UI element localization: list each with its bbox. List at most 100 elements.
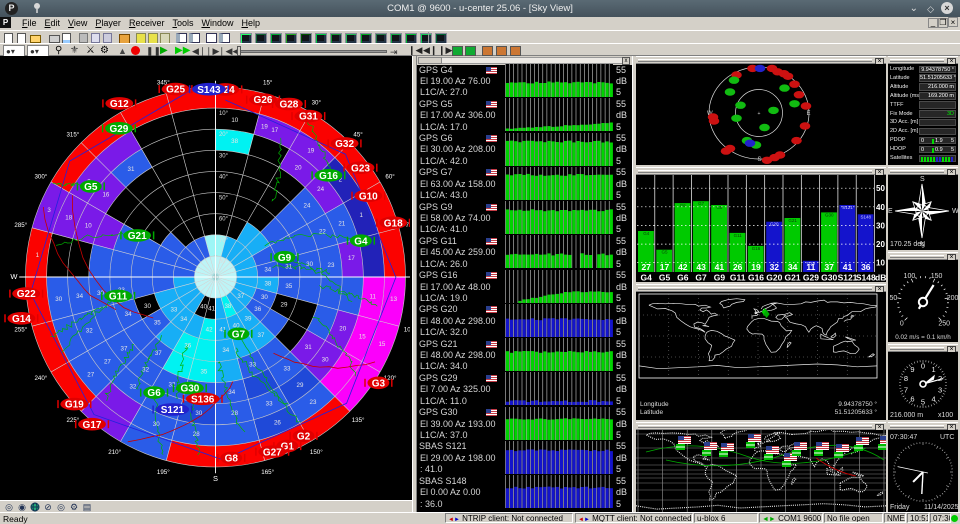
svg-text:G25: G25 [166, 85, 185, 96]
svg-text:40: 40 [200, 303, 207, 310]
svg-text:100: 100 [904, 273, 916, 280]
svg-text:34: 34 [788, 262, 798, 272]
svg-text:26: 26 [274, 420, 281, 427]
svg-text:Longitude: Longitude [640, 401, 669, 408]
svg-text:36: 36 [184, 343, 191, 350]
svg-text:37: 37 [155, 350, 162, 357]
svg-text:35: 35 [200, 368, 207, 375]
svg-text:34: 34 [125, 311, 132, 318]
svg-text:300°: 300° [34, 173, 47, 180]
svg-text:32: 32 [169, 382, 176, 389]
svg-text:22: 22 [319, 229, 326, 236]
svg-text:G5: G5 [661, 250, 668, 255]
svg-text:38: 38 [264, 280, 271, 287]
svg-text:0: 0 [921, 362, 925, 371]
svg-text:S143: S143 [197, 85, 221, 96]
svg-text:W: W [10, 272, 18, 281]
svg-text:G9: G9 [714, 272, 726, 282]
svg-text:G29: G29 [803, 272, 819, 282]
svg-text:37: 37 [237, 293, 244, 300]
svg-text:37: 37 [258, 332, 265, 339]
svg-text:37: 37 [824, 262, 834, 272]
svg-text:S: S [920, 176, 925, 183]
svg-text:24: 24 [304, 203, 311, 210]
svg-text:9.94378750 °: 9.94378750 ° [838, 400, 877, 408]
svg-text:29: 29 [297, 382, 304, 389]
svg-text:G21: G21 [788, 218, 797, 223]
svg-text:27: 27 [641, 262, 651, 272]
svg-text:23: 23 [310, 399, 317, 406]
svg-text:32: 32 [142, 367, 149, 374]
svg-text:7: 7 [904, 385, 908, 394]
svg-text:Latitude: Latitude [640, 409, 664, 416]
svg-text:195°: 195° [157, 469, 170, 476]
svg-text:17: 17 [660, 262, 670, 272]
svg-text:G4: G4 [641, 272, 653, 282]
svg-text:30: 30 [322, 357, 329, 364]
svg-text:30: 30 [55, 296, 62, 303]
svg-text:G7: G7 [698, 201, 705, 206]
svg-text:S148: S148 [861, 214, 872, 219]
svg-text:G11: G11 [734, 233, 743, 238]
svg-text:255°: 255° [14, 326, 27, 333]
svg-text:38: 38 [224, 303, 231, 310]
svg-text:G21: G21 [785, 272, 801, 282]
svg-text:G14: G14 [12, 314, 31, 325]
svg-text:40: 40 [876, 203, 885, 212]
svg-text:27: 27 [87, 372, 94, 379]
svg-text:27: 27 [104, 359, 111, 366]
svg-text:225°: 225° [66, 417, 79, 424]
svg-text:G20: G20 [770, 222, 779, 227]
svg-text:33: 33 [284, 366, 291, 373]
svg-text:210°: 210° [108, 449, 121, 456]
svg-text:Friday: Friday [890, 504, 910, 511]
svg-text:1: 1 [932, 365, 936, 374]
svg-text:19: 19 [751, 262, 761, 272]
svg-text:G10: G10 [359, 191, 378, 202]
svg-text:G16: G16 [319, 171, 338, 182]
svg-text:20: 20 [339, 325, 346, 332]
svg-text:36: 36 [861, 262, 871, 272]
svg-text:50: 50 [876, 184, 885, 193]
svg-text:200: 200 [947, 295, 958, 302]
svg-text:17: 17 [348, 255, 355, 262]
svg-text:+: + [758, 111, 761, 117]
svg-text:15: 15 [378, 341, 385, 348]
svg-text:30: 30 [876, 221, 885, 230]
svg-text:S121: S121 [838, 272, 858, 282]
svg-text:26: 26 [733, 262, 743, 272]
svg-text:30: 30 [261, 294, 268, 301]
svg-text:G30: G30 [821, 272, 837, 282]
svg-text:S148: S148 [856, 272, 876, 282]
svg-text:36: 36 [254, 306, 261, 313]
svg-text:60°: 60° [219, 217, 229, 223]
svg-text:105°: 105° [404, 326, 410, 333]
svg-text:41: 41 [843, 262, 853, 272]
svg-text:33: 33 [170, 307, 177, 314]
svg-text:315°: 315° [66, 132, 79, 139]
svg-text:240°: 240° [34, 375, 47, 382]
svg-text:50: 50 [890, 295, 898, 302]
svg-text:24: 24 [317, 186, 324, 193]
svg-text:G20: G20 [766, 272, 782, 282]
svg-text:10: 10 [876, 259, 885, 268]
svg-text:11: 11 [369, 293, 376, 300]
svg-text:G17: G17 [83, 420, 102, 431]
svg-text:G11: G11 [730, 272, 746, 282]
svg-text:G8: G8 [225, 454, 239, 465]
svg-text:07:30:47: 07:30:47 [890, 434, 917, 441]
svg-text:G9: G9 [716, 205, 723, 210]
svg-text:20: 20 [295, 164, 302, 171]
svg-text:70°: 70° [219, 238, 229, 244]
svg-text:39: 39 [245, 316, 252, 323]
svg-text:G19: G19 [65, 400, 84, 411]
svg-text:30: 30 [97, 290, 104, 297]
svg-text:G6: G6 [677, 272, 689, 282]
svg-text:10: 10 [85, 223, 92, 230]
svg-text:32: 32 [770, 262, 780, 272]
svg-text:E: E [888, 208, 893, 215]
svg-text:45°: 45° [353, 132, 363, 139]
svg-text:G28: G28 [279, 100, 298, 111]
svg-text:18: 18 [65, 215, 72, 222]
svg-text:28: 28 [231, 410, 238, 417]
